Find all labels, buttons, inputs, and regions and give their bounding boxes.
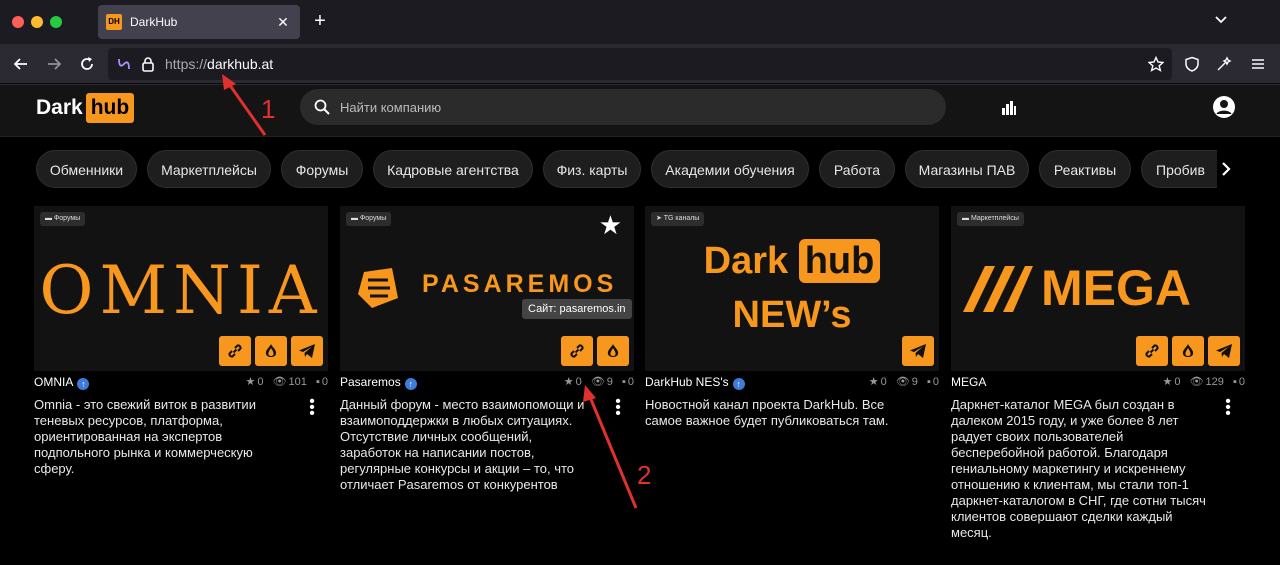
annotation-number-1: 1 xyxy=(261,94,276,124)
annotation-number-2: 2 xyxy=(637,460,652,490)
browser-window: DH DarkHub ✕ + https://darkhub.at Dark h… xyxy=(0,0,1280,565)
